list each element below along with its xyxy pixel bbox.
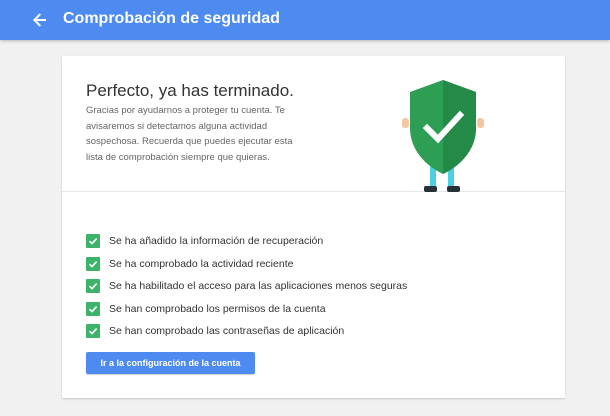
card-summary-section: Perfecto, ya has terminado. Gracias por … [62, 56, 565, 192]
checkbox-checked-icon [86, 301, 100, 316]
shield-check-icon [402, 80, 484, 192]
checkbox-checked-icon [86, 256, 100, 271]
checklist-item: Se ha comprobado la actividad reciente [86, 253, 546, 276]
completion-heading: Perfecto, ya has terminado. [86, 81, 294, 100]
checklist-item-label: Se han comprobado los permisos de la cue… [109, 302, 326, 315]
checklist-item: Se han comprobado las contraseñas de apl… [86, 320, 546, 343]
completion-description: Gracias por ayudarnos a proteger tu cuen… [86, 105, 293, 163]
checklist-item: Se han comprobado los permisos de la cue… [86, 298, 546, 321]
security-checklist: Se ha añadido la información de recupera… [86, 230, 546, 343]
arrow-back-icon [33, 13, 46, 27]
top-app-bar: Comprobación de seguridad [0, 0, 610, 40]
checkbox-checked-icon [86, 324, 100, 339]
checklist-item-label: Se ha añadido la información de recupera… [109, 235, 324, 248]
checkbox-checked-icon [86, 234, 100, 249]
checklist-item-label: Se ha comprobado la actividad reciente [109, 257, 294, 270]
back-button[interactable] [28, 8, 52, 32]
checklist-item-label: Se ha habilitado el acceso para las apli… [109, 280, 408, 293]
checklist-item-label: Se han comprobado las contraseñas de apl… [109, 325, 345, 338]
account-settings-button[interactable]: Ir a la configuración de la cuenta [86, 352, 255, 374]
checkbox-checked-icon [86, 279, 100, 294]
checklist-item: Se ha habilitado el acceso para las apli… [86, 275, 546, 298]
completion-card: Perfecto, ya has terminado. Gracias por … [62, 56, 565, 398]
checklist-item: Se ha añadido la información de recupera… [86, 230, 546, 253]
page-title: Comprobación de seguridad [63, 10, 280, 27]
